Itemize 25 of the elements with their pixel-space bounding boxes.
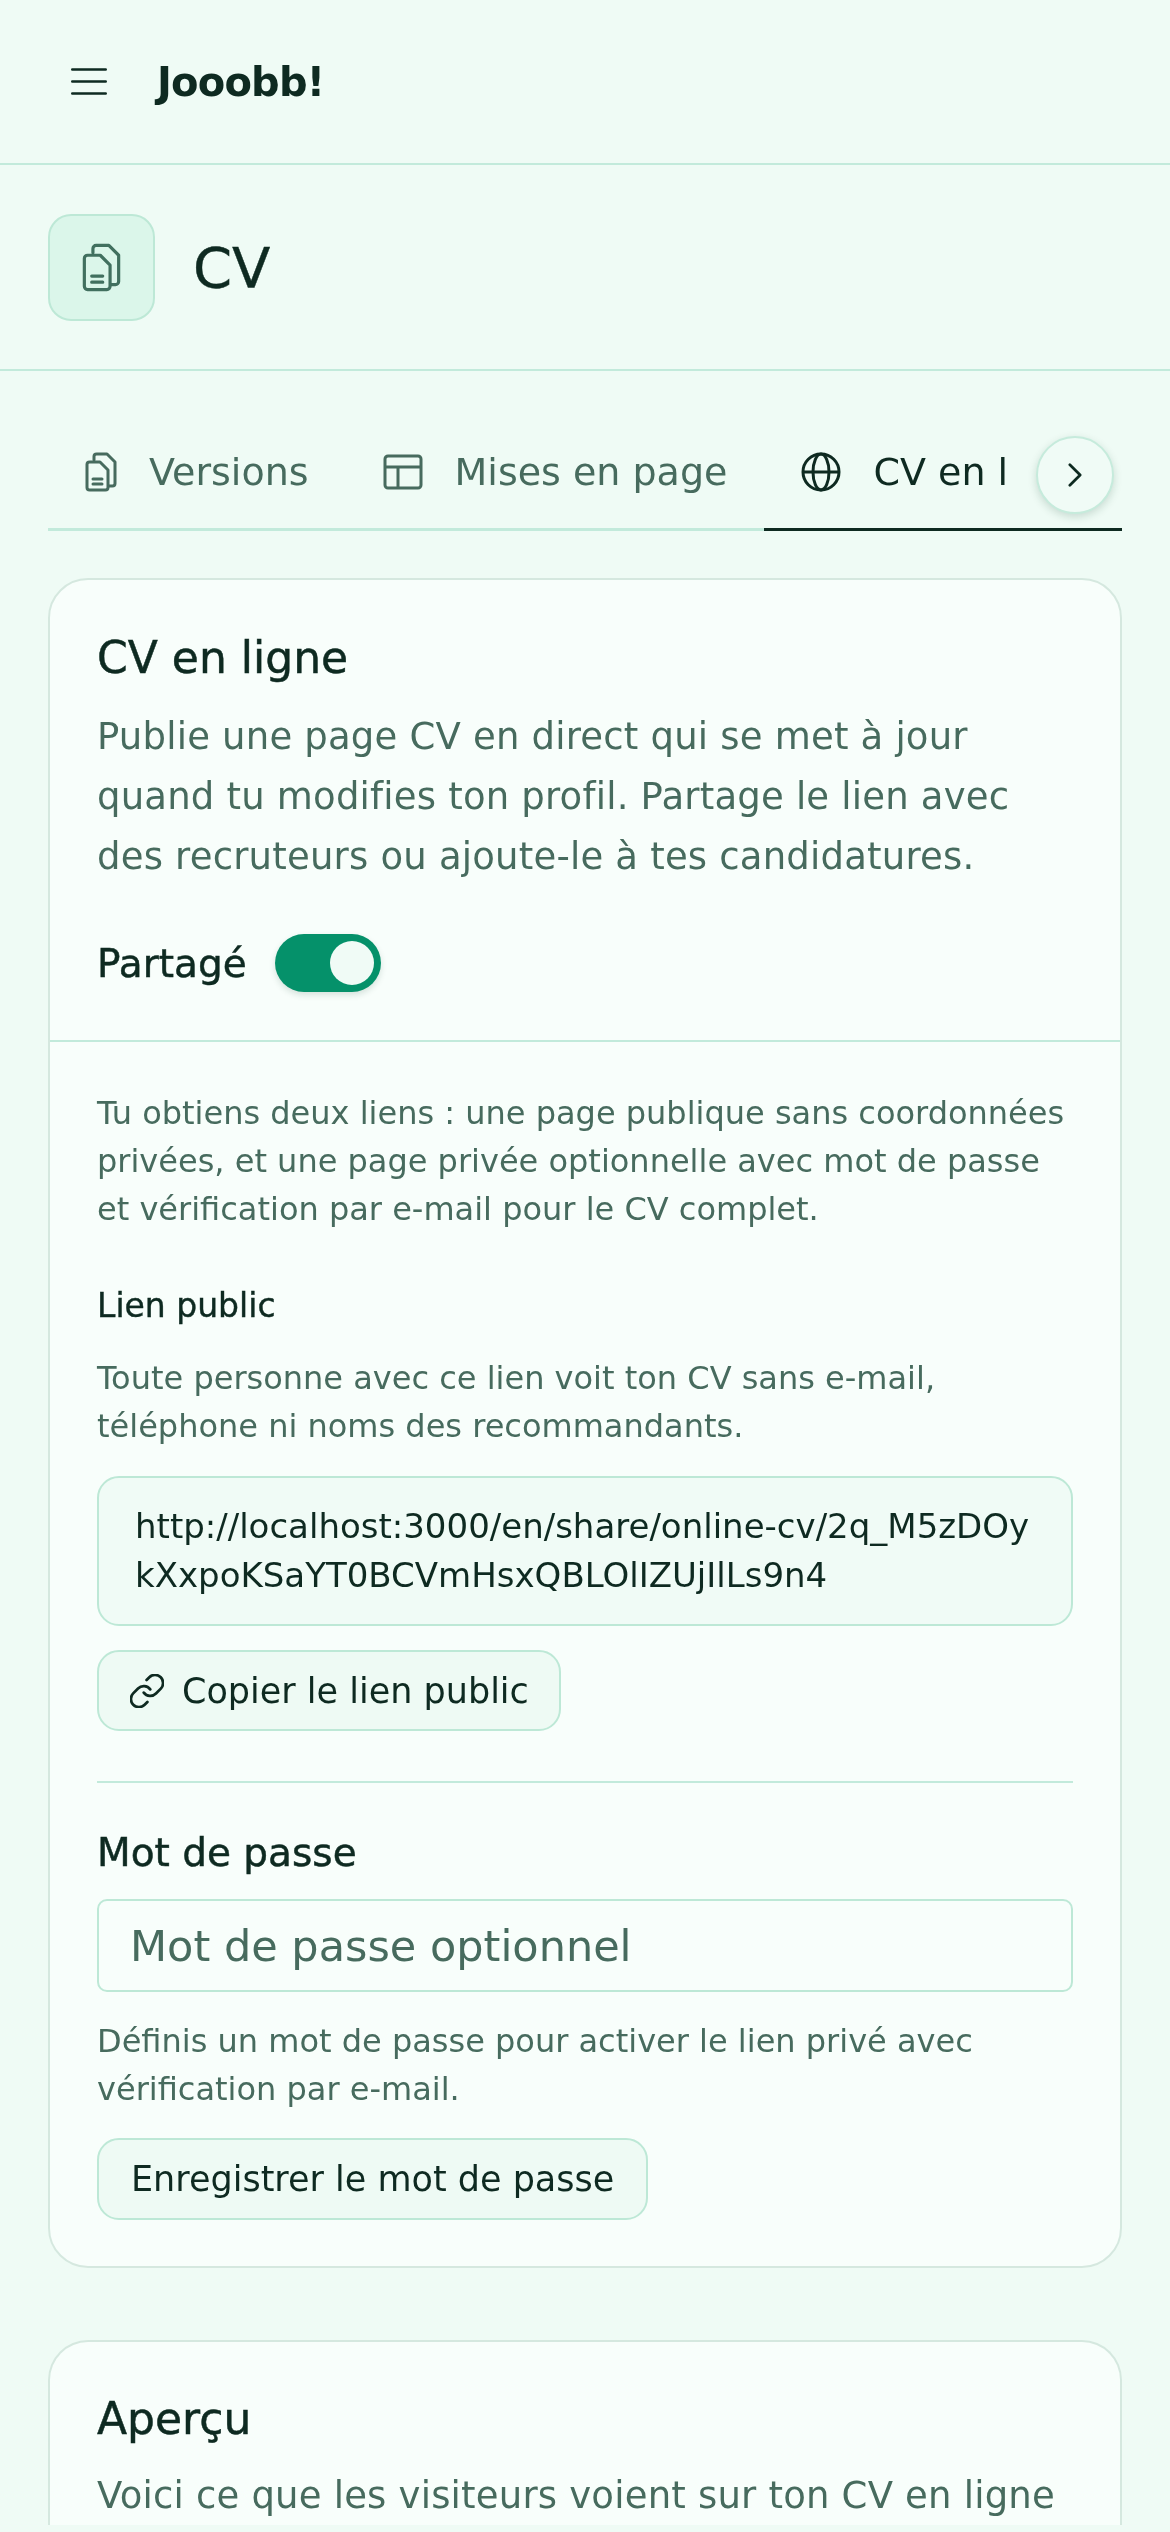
card-description: Publie une page CV en direct qui se met à jour quand tu modifies ton profil. Partage le lien avec des recruteurs ou ajoute-le à tes candidatures. [97, 714, 1011, 880]
link-icon [130, 1673, 164, 1708]
password-field[interactable]: Mot de passe optionnel [97, 1899, 1073, 1992]
card-title: CV en ligne [97, 633, 350, 683]
card-title: Aperçu [97, 2392, 253, 2446]
documents-icon [48, 213, 155, 321]
section-heading: Lien public [97, 1286, 277, 1326]
info-text: Tu obtiens deux liens : une page publique sans coordonnées privées, et une page privée optionnelle avec mot de passe et vérification par e-mail pour le CV complet. [97, 1093, 1066, 1230]
tab[interactable]: Versions [48, 416, 346, 531]
chevron-right-icon [1068, 463, 1082, 487]
field-label: Mot de passe [97, 1830, 358, 1876]
toggle-label: Partagé [97, 940, 247, 986]
save-password-button[interactable]: Enregistrer le mot de passe [97, 2138, 649, 2220]
menu-icon[interactable] [71, 68, 107, 95]
documents-icon [85, 452, 117, 492]
share-toggle[interactable] [274, 934, 381, 992]
card-description: Voici ce que les visiteurs voient sur ton CV en ligne [97, 2473, 1056, 2519]
url-field[interactable]: http://localhost:3000/en/share/online-cv/2q_M5zDOykXxpoKSaYT0BCVmHsxQBLOlIZUjIlLs9n4 [97, 1476, 1073, 1626]
field-hint: Définis un mot de passe pour activer le lien privé avec vérification par e-mail. [97, 2021, 974, 2110]
page-title: CV [193, 234, 271, 300]
globe-icon [801, 452, 842, 492]
layout-icon [382, 454, 423, 490]
copy-link-button[interactable]: Copier le lien public [97, 1650, 561, 1731]
section-description: Toute personne avec ce lien voit ton CV sans e-mail, téléphone ni noms des recommandants. [97, 1358, 937, 1447]
tab[interactable]: Mises en page [345, 416, 765, 531]
